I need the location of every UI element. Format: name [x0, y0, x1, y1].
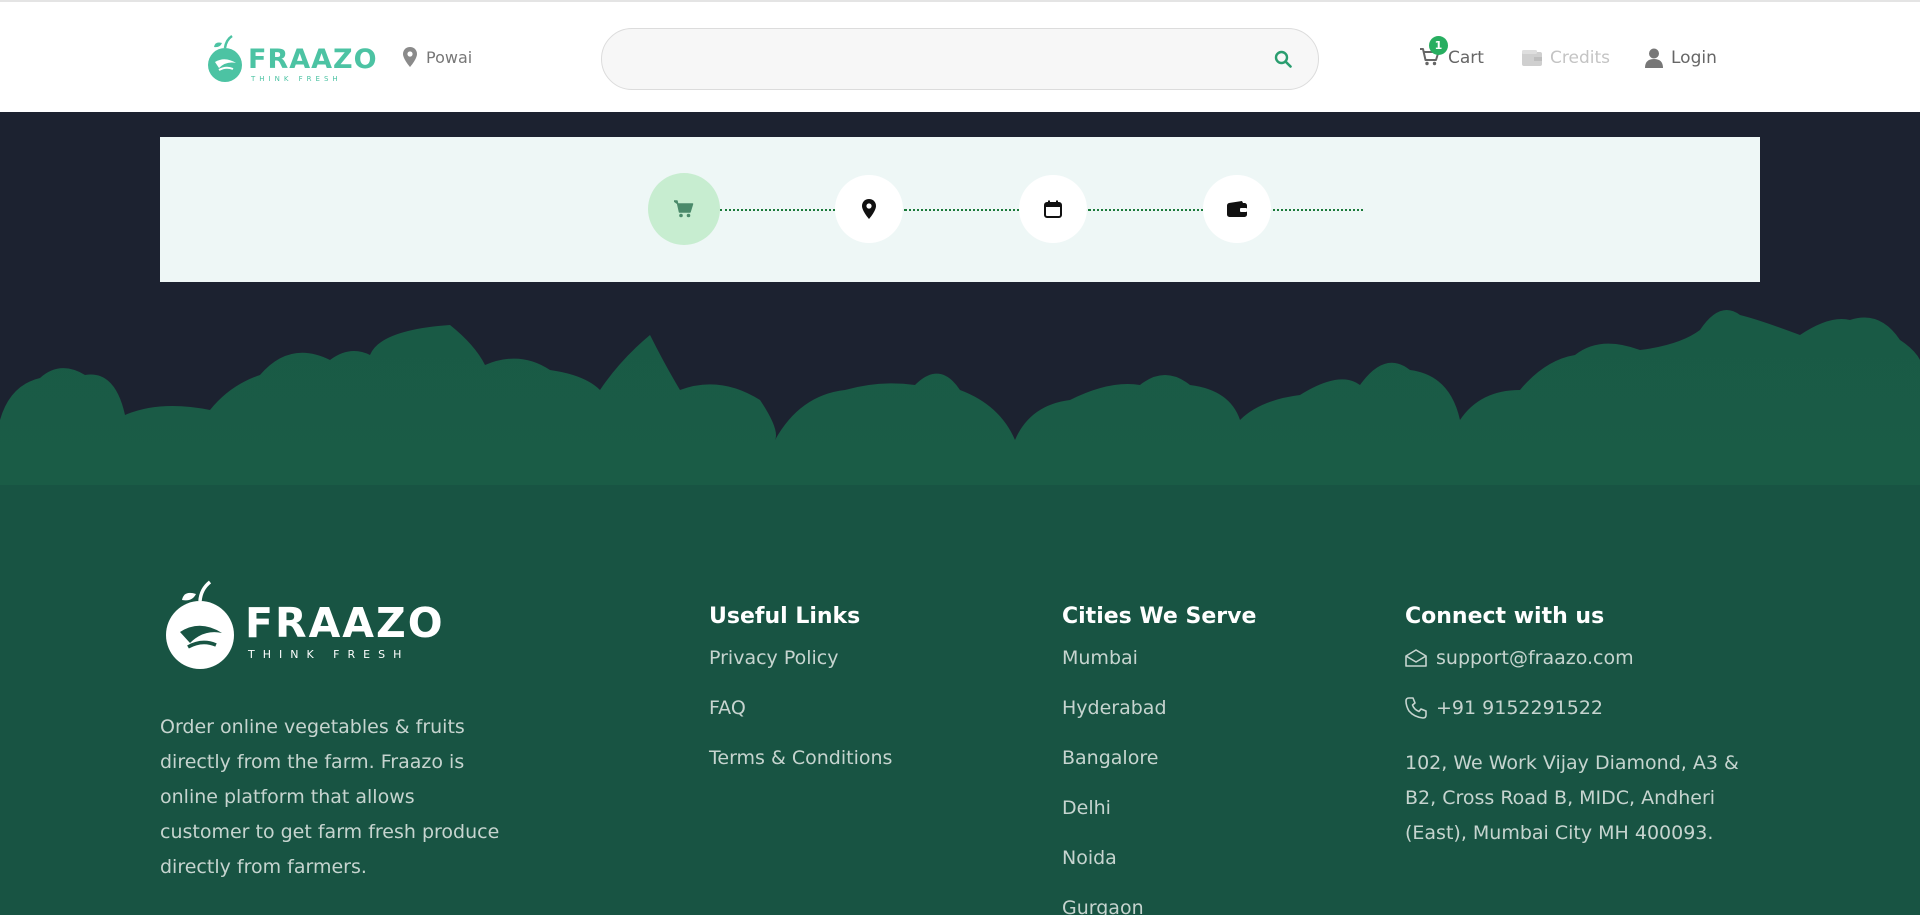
- support-email: support@fraazo.com: [1436, 647, 1634, 670]
- location-selector[interactable]: Powai: [403, 47, 472, 67]
- terms-link[interactable]: Terms & Conditions: [709, 746, 892, 770]
- city-link-gurgaon[interactable]: Gurgaon: [1062, 896, 1256, 915]
- search-bar: [601, 28, 1319, 90]
- map-marker-icon: [403, 47, 417, 67]
- login-label: Login: [1671, 48, 1717, 68]
- city-link-bangalore[interactable]: Bangalore: [1062, 746, 1256, 770]
- top-header: FRAAZO THINK FRESH Powai 1 Cart Credits …: [0, 0, 1920, 112]
- privacy-policy-link[interactable]: Privacy Policy: [709, 646, 892, 670]
- login-button[interactable]: Login: [1645, 48, 1717, 68]
- city-link-noida[interactable]: Noida: [1062, 846, 1256, 870]
- fruit-logo-icon: [166, 580, 234, 669]
- step-payment[interactable]: [1203, 175, 1271, 243]
- useful-links-heading: Useful Links: [709, 604, 861, 629]
- footer-brand-name: FRAAZO: [245, 599, 445, 647]
- email-contact[interactable]: support@fraazo.com: [1405, 646, 1775, 670]
- cities-heading: Cities We Serve: [1062, 604, 1257, 629]
- credits-button[interactable]: Credits: [1522, 48, 1610, 68]
- step-cart[interactable]: [648, 173, 720, 245]
- vegetable-silhouette-decoration: [0, 310, 1920, 490]
- footer-connect: Connect with us support@fraazo.com +91 9…: [1405, 604, 1775, 851]
- cart-icon: [674, 200, 694, 218]
- office-address: 102, We Work Vijay Diamond, A3 & B2, Cro…: [1405, 752, 1739, 845]
- envelope-icon: [1405, 649, 1427, 667]
- footer-useful-links: Useful Links Privacy Policy FAQ Terms & …: [709, 604, 892, 796]
- site-footer: FRAAZO THINK FRESH Order online vegetabl…: [0, 485, 1920, 915]
- location-label: Powai: [426, 47, 473, 67]
- cart-button[interactable]: 1 Cart: [1420, 36, 1484, 68]
- search-input[interactable]: [626, 43, 1246, 75]
- city-link-hyderabad[interactable]: Hyderabad: [1062, 696, 1256, 720]
- fruit-logo-icon: [208, 34, 242, 82]
- brand-logo[interactable]: FRAAZO THINK FRESH: [205, 32, 377, 86]
- search-icon[interactable]: [1274, 50, 1292, 68]
- cart-label: Cart: [1448, 48, 1484, 68]
- calendar-icon: [1044, 200, 1062, 218]
- brand-tagline: THINK FRESH: [251, 75, 342, 83]
- map-marker-icon: [862, 199, 876, 219]
- footer-brand-logo[interactable]: FRAAZO THINK FRESH: [160, 577, 443, 677]
- footer-cities: Cities We Serve Mumbai Hyderabad Bangalo…: [1062, 604, 1257, 915]
- wallet-icon: [1227, 201, 1247, 217]
- phone-icon: [1405, 697, 1427, 719]
- footer-about-text: Order online vegetables & fruits directl…: [160, 716, 500, 878]
- phone-contact[interactable]: +91 9152291522: [1405, 696, 1775, 720]
- step-schedule[interactable]: [1019, 175, 1087, 243]
- cart-count-badge: 1: [1429, 36, 1448, 55]
- checkout-progress: [160, 137, 1760, 282]
- support-phone: +91 9152291522: [1436, 697, 1604, 720]
- faq-link[interactable]: FAQ: [709, 696, 892, 720]
- step-address[interactable]: [835, 175, 903, 243]
- city-link-mumbai[interactable]: Mumbai: [1062, 646, 1256, 670]
- cart-icon-wrapper: 1: [1420, 36, 1448, 68]
- user-icon: [1645, 48, 1663, 68]
- footer-brand-tagline: THINK FRESH: [248, 648, 410, 661]
- wallet-icon: [1522, 50, 1542, 66]
- connect-heading: Connect with us: [1405, 604, 1605, 629]
- credits-label: Credits: [1550, 48, 1610, 68]
- city-link-delhi[interactable]: Delhi: [1062, 796, 1256, 820]
- brand-name: FRAAZO: [248, 44, 378, 75]
